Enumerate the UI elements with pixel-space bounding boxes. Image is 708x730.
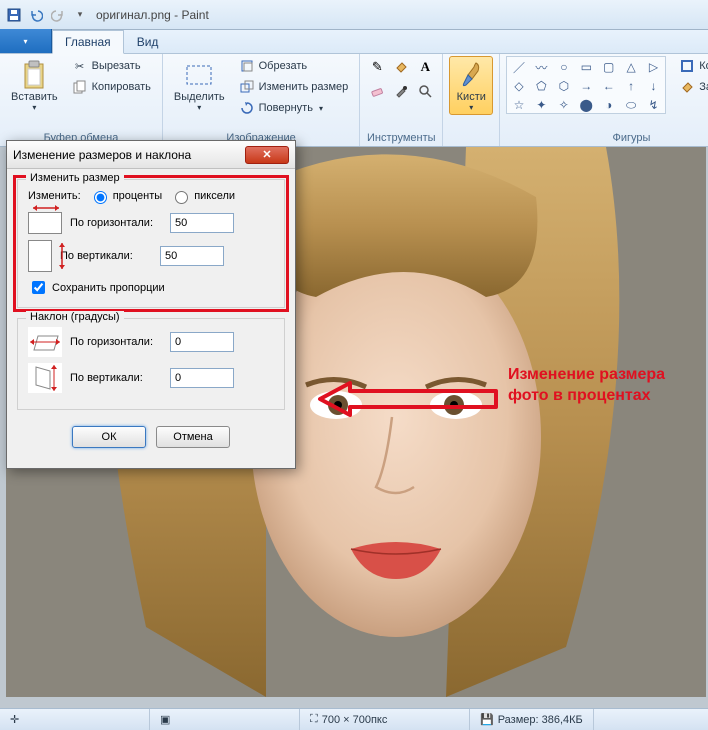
fill-icon bbox=[679, 79, 695, 95]
qat-dropdown-icon[interactable]: ▾ bbox=[70, 5, 90, 25]
status-dimensions: ⛶700 × 700пкс bbox=[300, 709, 470, 730]
copy-icon bbox=[72, 79, 88, 95]
status-cursor: ✛ bbox=[0, 709, 150, 730]
tool-picker[interactable] bbox=[390, 80, 412, 102]
selection-icon: ▣ bbox=[160, 713, 170, 726]
group-shapes-label: Фигуры bbox=[506, 130, 708, 146]
select-button[interactable]: Выделить ▾ bbox=[169, 56, 230, 115]
file-button[interactable] bbox=[0, 29, 52, 53]
annotation-arrow-icon bbox=[310, 379, 500, 419]
status-selection: ▣ bbox=[150, 709, 300, 730]
resize-vertical-icon bbox=[28, 240, 52, 272]
radio-pixels[interactable]: пиксели bbox=[170, 188, 235, 204]
resize-skew-dialog: Изменение размеров и наклона ✕ Изменить … bbox=[6, 140, 296, 469]
dimensions-icon: ⛶ bbox=[310, 713, 318, 726]
skew-fieldset: Наклон (градусы) По горизонтали: По верт… bbox=[17, 318, 285, 410]
rotate-button[interactable]: Повернуть▾ bbox=[234, 98, 354, 118]
clipboard-icon bbox=[18, 59, 50, 91]
undo-icon[interactable] bbox=[26, 5, 46, 25]
ribbon-tabs: Главная Вид bbox=[0, 30, 708, 54]
fill-button[interactable]: Заливка▾ bbox=[674, 77, 708, 97]
group-shapes: ／〰○▭▢△▷ ◇⬠⬡→←↑↓ ☆✦✧⬤◑⬭↯ Контур▾ Заливка▾… bbox=[500, 54, 708, 146]
disk-icon: 💾 bbox=[480, 713, 494, 726]
tool-eraser[interactable] bbox=[366, 80, 388, 102]
tool-magnifier[interactable] bbox=[414, 80, 436, 102]
cancel-button[interactable]: Отмена bbox=[156, 426, 230, 448]
ribbon: Вставить ▾ ✂Вырезать Копировать Буфер об… bbox=[0, 54, 708, 147]
paste-button[interactable]: Вставить ▾ bbox=[6, 56, 63, 115]
dialog-title: Изменение размеров и наклона bbox=[13, 148, 245, 162]
save-icon[interactable] bbox=[4, 5, 24, 25]
outline-button[interactable]: Контур▾ bbox=[674, 56, 708, 76]
dialog-titlebar[interactable]: Изменение размеров и наклона ✕ bbox=[7, 141, 295, 169]
statusbar: ✛ ▣ ⛶700 × 700пкс 💾Размер: 386,4КБ bbox=[0, 708, 708, 730]
redo-icon[interactable] bbox=[48, 5, 68, 25]
resize-fieldset: Изменить размер Изменить: проценты пиксе… bbox=[17, 179, 285, 308]
brushes-button[interactable]: Кисти ▾ bbox=[449, 56, 493, 115]
resize-v-input[interactable] bbox=[160, 246, 224, 266]
skew-v-input[interactable] bbox=[170, 368, 234, 388]
skew-h-label: По горизонтали: bbox=[70, 336, 162, 348]
shapes-gallery[interactable]: ／〰○▭▢△▷ ◇⬠⬡→←↑↓ ☆✦✧⬤◑⬭↯ bbox=[506, 56, 666, 114]
crop-button[interactable]: Обрезать bbox=[234, 56, 354, 76]
tool-pencil[interactable]: ✎ bbox=[366, 56, 388, 78]
paste-label: Вставить bbox=[11, 91, 58, 103]
group-image: Выделить ▾ Обрезать Изменить размер Пове… bbox=[163, 54, 360, 146]
window-title: оригинал.png - Paint bbox=[96, 8, 209, 22]
copy-button[interactable]: Копировать bbox=[67, 77, 156, 97]
titlebar: ▾ оригинал.png - Paint bbox=[0, 0, 708, 30]
annotation-text: Изменение размера фото в процентах bbox=[508, 365, 688, 407]
tool-fill[interactable] bbox=[390, 56, 412, 78]
dialog-close-button[interactable]: ✕ bbox=[245, 146, 289, 164]
keep-ratio-label: Сохранить пропорции bbox=[52, 282, 165, 294]
tab-view[interactable]: Вид bbox=[124, 29, 172, 53]
resize-legend: Изменить размер bbox=[26, 172, 124, 184]
quick-access-toolbar: ▾ bbox=[4, 5, 90, 25]
tool-text[interactable]: A bbox=[414, 56, 436, 78]
resize-h-input[interactable] bbox=[170, 213, 234, 233]
group-tools-label: Инструменты bbox=[366, 130, 436, 146]
group-clipboard: Вставить ▾ ✂Вырезать Копировать Буфер об… bbox=[0, 54, 163, 146]
crop-icon bbox=[239, 58, 255, 74]
tab-main[interactable]: Главная bbox=[52, 30, 124, 54]
status-filesize: 💾Размер: 386,4КБ bbox=[470, 709, 594, 730]
resize-button[interactable]: Изменить размер bbox=[234, 77, 354, 97]
resize-h-label: По горизонтали: bbox=[70, 217, 162, 229]
resize-v-label: По вертикали: bbox=[60, 250, 152, 262]
skew-legend: Наклон (градусы) bbox=[26, 311, 124, 323]
rotate-icon bbox=[239, 100, 255, 116]
skew-h-input[interactable] bbox=[170, 332, 234, 352]
outline-icon bbox=[679, 58, 695, 74]
skew-vertical-icon bbox=[28, 363, 62, 393]
radio-percent-input[interactable] bbox=[94, 191, 107, 204]
group-brushes: Кисти ▾ bbox=[443, 54, 500, 146]
keep-ratio-checkbox[interactable] bbox=[32, 281, 45, 294]
cut-button[interactable]: ✂Вырезать bbox=[67, 56, 156, 76]
skew-v-label: По вертикали: bbox=[70, 372, 162, 384]
select-icon bbox=[183, 59, 215, 91]
cursor-icon: ✛ bbox=[10, 713, 19, 726]
brush-icon bbox=[455, 59, 487, 91]
resize-horizontal-icon bbox=[28, 212, 62, 234]
group-tools: ✎ A Инструменты bbox=[360, 54, 443, 146]
scissors-icon: ✂ bbox=[72, 58, 88, 74]
close-icon: ✕ bbox=[262, 148, 271, 161]
ok-button[interactable]: ОК bbox=[72, 426, 146, 448]
radio-pixels-input[interactable] bbox=[175, 191, 188, 204]
skew-horizontal-icon bbox=[28, 327, 62, 357]
resize-icon bbox=[239, 79, 255, 95]
radio-percent[interactable]: проценты bbox=[89, 188, 163, 204]
group-brushes-label bbox=[449, 130, 493, 146]
